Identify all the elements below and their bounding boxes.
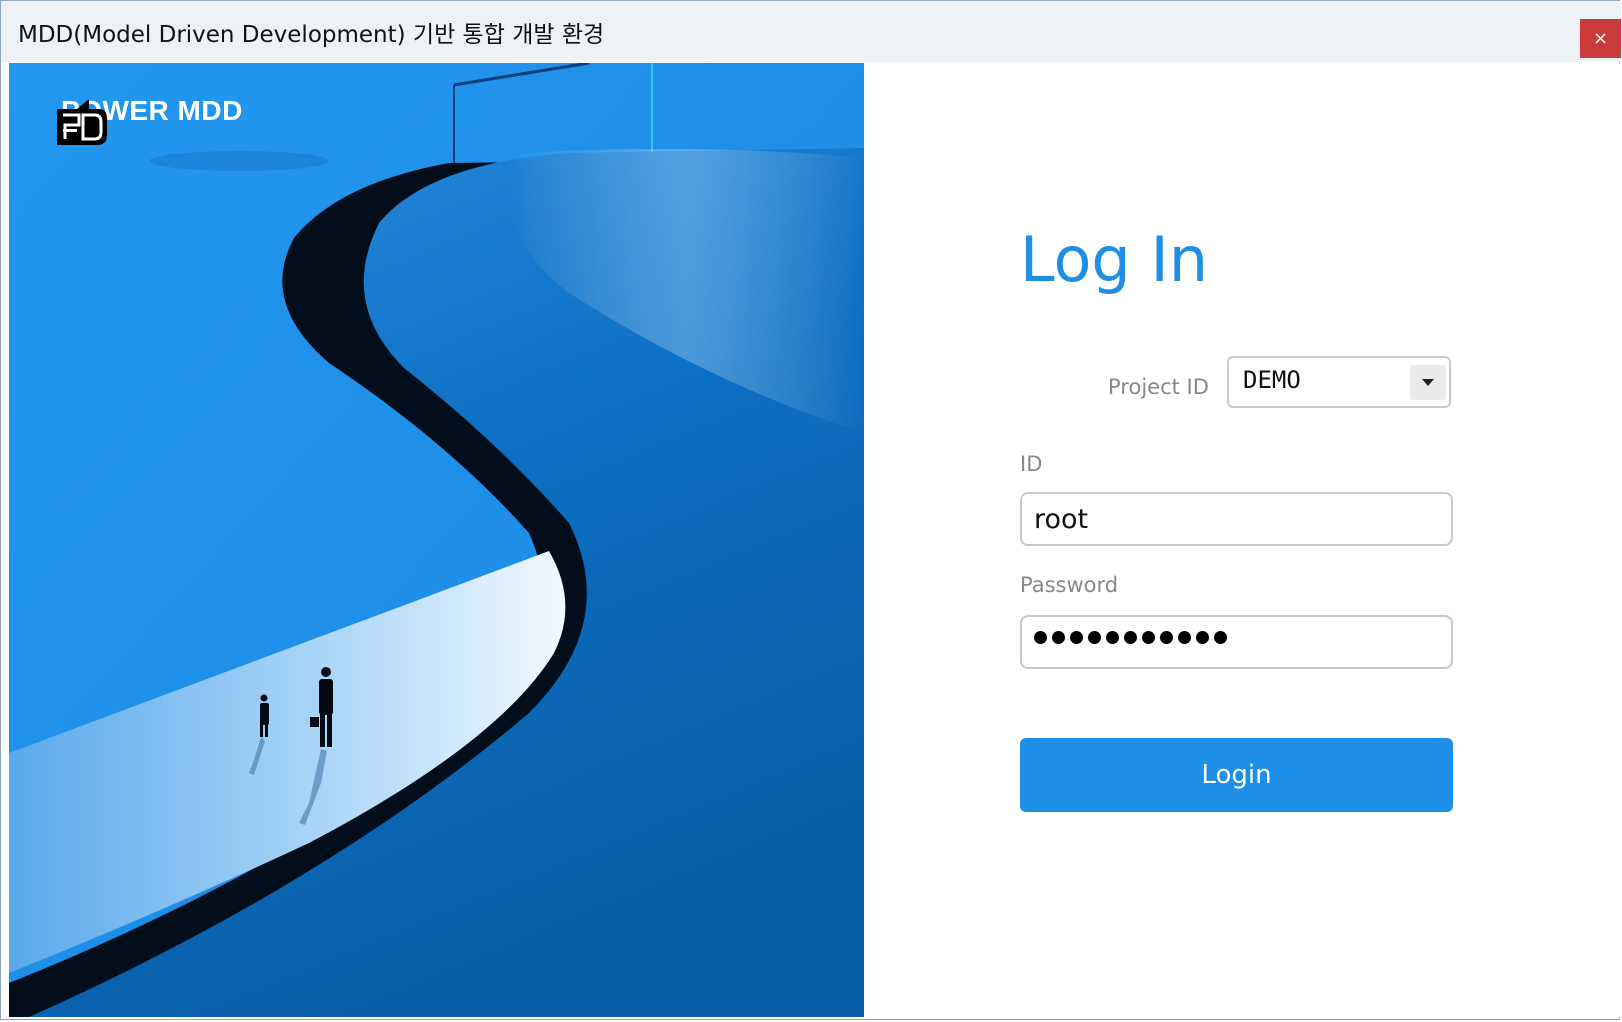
password-dot	[1106, 631, 1119, 644]
close-button[interactable]: ×	[1580, 19, 1621, 58]
close-icon: ×	[1592, 28, 1609, 49]
password-label: Password	[1020, 573, 1119, 597]
password-dot	[1178, 631, 1191, 644]
id-input[interactable]	[1020, 492, 1453, 546]
road-illustration	[9, 63, 864, 1017]
password-dot	[1052, 631, 1065, 644]
password-dot	[1070, 631, 1083, 644]
power-mdd-logo: POWER MDD	[55, 95, 243, 145]
power-mdd-logo-icon	[57, 99, 107, 145]
login-window: MDD(Model Driven Development) 기반 통합 개발 환…	[0, 0, 1621, 1020]
hero-illustration: POWER MDD	[9, 63, 864, 1017]
password-dot	[1214, 631, 1227, 644]
project-id-label: Project ID	[1108, 375, 1209, 399]
login-heading: Log In	[1020, 223, 1209, 296]
password-dot	[1034, 631, 1047, 644]
password-dot	[1124, 631, 1137, 644]
password-dot	[1196, 631, 1209, 644]
project-id-value: DEMO	[1243, 366, 1301, 394]
project-dropdown-button[interactable]	[1410, 365, 1446, 400]
window-title: MDD(Model Driven Development) 기반 통합 개발 환…	[18, 22, 605, 48]
login-button[interactable]: Login	[1020, 738, 1453, 812]
password-dot	[1160, 631, 1173, 644]
title-bar[interactable]: MDD(Model Driven Development) 기반 통합 개발 환…	[1, 1, 1621, 62]
chevron-down-icon	[1422, 379, 1434, 386]
id-label: ID	[1020, 452, 1043, 476]
project-id-select[interactable]: DEMO	[1227, 356, 1451, 408]
password-mask	[1034, 631, 1227, 644]
password-dot	[1142, 631, 1155, 644]
password-dot	[1088, 631, 1101, 644]
